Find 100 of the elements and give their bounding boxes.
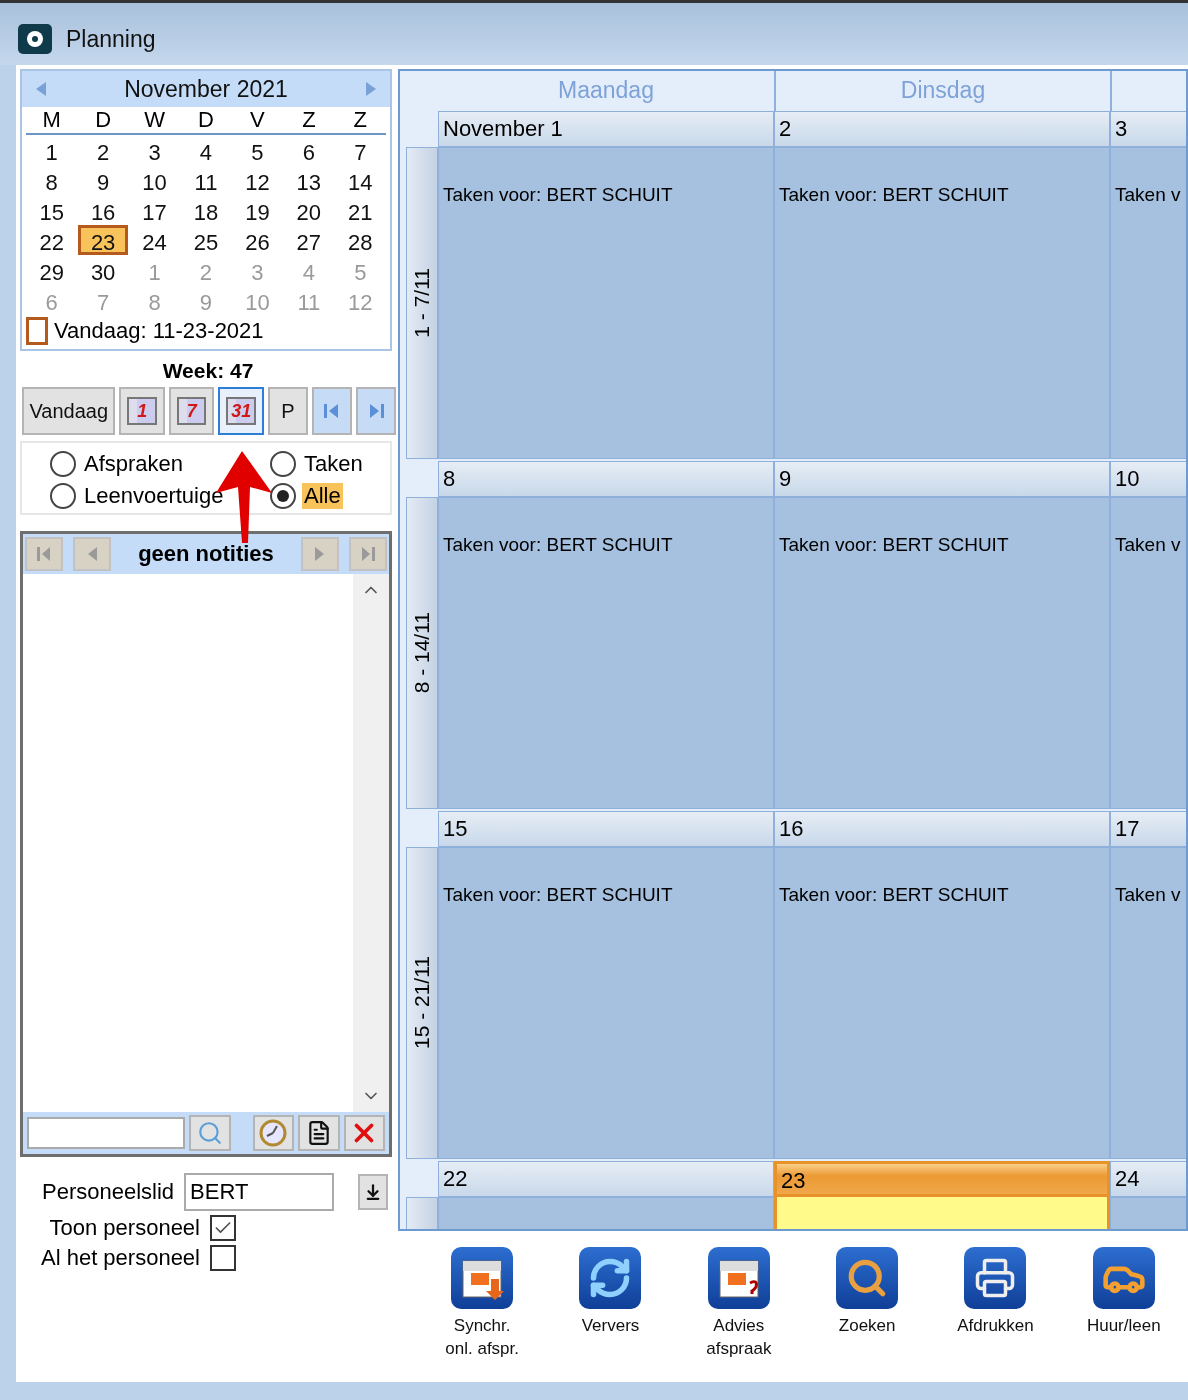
checkbox[interactable]	[210, 1245, 236, 1271]
calendar-day[interactable]: 10	[129, 165, 180, 195]
triangle-right-icon	[315, 546, 325, 562]
calendar-day[interactable]: 1	[26, 135, 77, 165]
calendar-day[interactable]: 12	[232, 165, 283, 195]
date-header: 23	[774, 1161, 1110, 1197]
week-label: 8 - 14/11	[410, 612, 434, 694]
task-text: Taken voor: BERT SCHUIT	[443, 184, 673, 205]
filter-radio[interactable]: Alle	[270, 483, 390, 509]
next-button[interactable]	[301, 537, 339, 571]
first-button[interactable]	[25, 537, 63, 571]
day-cell[interactable]: Taken voor: BERT SCHUIT	[774, 497, 1110, 809]
search-icon	[196, 1120, 223, 1146]
toolbar-button[interactable]: Zoeken	[803, 1247, 932, 1382]
calendar-day[interactable]: 14	[335, 165, 386, 195]
day-cell[interactable]: Taken voor: BERT SCHUIT	[438, 497, 774, 809]
calendar-day[interactable]: 3	[129, 135, 180, 165]
calendar-day[interactable]: 15	[26, 195, 77, 225]
next-month-icon[interactable]	[366, 82, 376, 96]
calendar-day[interactable]: 25	[181, 225, 231, 255]
weekday-label: W	[128, 107, 181, 135]
view-button[interactable]: P	[268, 387, 308, 435]
day-cell[interactable]: Taken voor: BERT SCHUIT	[438, 847, 774, 1159]
calendar-day[interactable]: 11	[181, 165, 231, 195]
staff-label: Personeelslid	[42, 1179, 175, 1205]
filter-radio[interactable]: Leenvoertuige	[50, 483, 270, 509]
search-field[interactable]	[27, 1117, 185, 1149]
date-header: 8	[438, 461, 774, 497]
calendar-day[interactable]: 13	[283, 165, 334, 195]
filter-radio[interactable]: Taken	[270, 451, 390, 477]
new-note-button[interactable]	[298, 1115, 340, 1151]
calendar-view-button[interactable]: 7	[168, 387, 215, 435]
download-button[interactable]	[358, 1174, 389, 1210]
calendar-day[interactable]: 24	[129, 225, 180, 255]
day-cell[interactable]: Taken v	[1110, 847, 1186, 1159]
skip-forward-icon	[361, 546, 375, 562]
previous-month-icon[interactable]	[36, 82, 46, 96]
calendar-day[interactable]: 28	[335, 225, 386, 255]
today-label[interactable]: Vandaag: 11-23-2021	[54, 318, 264, 344]
month-title: November 2021	[124, 75, 288, 103]
calendar-day[interactable]: 17	[129, 195, 180, 225]
delete-button[interactable]	[343, 1115, 385, 1151]
previous-button[interactable]	[312, 387, 352, 435]
skip-forward-icon	[368, 402, 384, 420]
date-header: 22	[438, 1161, 774, 1197]
weekday-label: M	[26, 107, 78, 135]
calendar-day[interactable]: 4	[181, 135, 231, 165]
toolbar-button[interactable]: Synchr. onl. afspr.	[418, 1247, 547, 1382]
checkbox[interactable]	[210, 1215, 236, 1241]
calendar-day[interactable]: 2	[78, 135, 129, 165]
calendar-day[interactable]: 27	[283, 225, 334, 255]
task-text: Taken voor: BERT SCHUIT	[779, 534, 1009, 555]
search-button[interactable]	[189, 1115, 231, 1151]
staff-field[interactable]: BERT	[184, 1173, 335, 1211]
calendar-day[interactable]: 9	[78, 165, 129, 195]
previous-button[interactable]	[73, 537, 111, 571]
calendar-view-button[interactable]: 31	[218, 387, 264, 435]
calendar-day[interactable]: 30	[78, 255, 129, 285]
toolbar-button[interactable]: Huur/leen	[1059, 1247, 1188, 1382]
day-cell[interactable]: Taken voor: BERT SCHUIT	[774, 847, 1110, 1159]
task-text: Taken v	[1115, 184, 1181, 205]
date-header: 15	[438, 811, 774, 847]
view-button[interactable]: Vandaag	[22, 387, 116, 435]
day-cell[interactable]: Taken voor: BERT SCHUIT	[438, 147, 774, 459]
app-icon	[18, 24, 52, 54]
day-cell[interactable]: Taken voor: BERT SCHUIT	[774, 147, 1110, 459]
calendar-day[interactable]: 20	[283, 195, 334, 225]
task-text: Taken voor: BERT SCHUIT	[779, 184, 1009, 205]
toolbar-button[interactable]: Ververs	[546, 1247, 675, 1382]
calendar-day[interactable]: 19	[232, 195, 283, 225]
calendar-day[interactable]: 18	[181, 195, 231, 225]
next-button[interactable]	[356, 387, 396, 435]
calendar-day[interactable]: 23	[78, 225, 129, 255]
checkbox-label: Toon personeel	[49, 1215, 200, 1241]
calendar-day[interactable]: 6	[283, 135, 334, 165]
day-cell[interactable]: Taken v	[1110, 497, 1186, 809]
skip-back-icon	[324, 402, 340, 420]
calendar-day[interactable]: 21	[335, 195, 386, 225]
task-text: Taken v	[1115, 884, 1181, 905]
date-header: 3	[1110, 111, 1186, 147]
week-label: 1 - 7/11	[410, 268, 434, 338]
calendar-day[interactable]: 22	[26, 225, 77, 255]
checkbox-label: Al het personeel	[41, 1245, 200, 1271]
calendar-day[interactable]: 8	[26, 165, 77, 195]
calendar-day[interactable]: 16	[78, 195, 129, 225]
filter-radio[interactable]: Afspraken	[50, 451, 270, 477]
task-text: Taken voor: BERT SCHUIT	[443, 534, 673, 555]
date-header: 10	[1110, 461, 1186, 497]
last-button[interactable]	[349, 537, 387, 571]
toolbar-button[interactable]: Advies afspraak	[674, 1247, 803, 1382]
toolbar-button[interactable]: Afdrukken	[931, 1247, 1060, 1382]
day-cell[interactable]: Taken v	[1110, 147, 1186, 459]
calendar-day[interactable]: 29	[26, 255, 77, 285]
date-header: November 1	[438, 111, 774, 147]
notes-title: geen notities	[137, 541, 275, 567]
calendar-day[interactable]: 5	[232, 135, 283, 165]
triangle-left-icon	[87, 546, 97, 562]
calendar-day[interactable]: 26	[232, 225, 283, 255]
calendar-day[interactable]: 7	[335, 135, 386, 165]
calendar-view-button[interactable]: 1	[119, 387, 165, 435]
